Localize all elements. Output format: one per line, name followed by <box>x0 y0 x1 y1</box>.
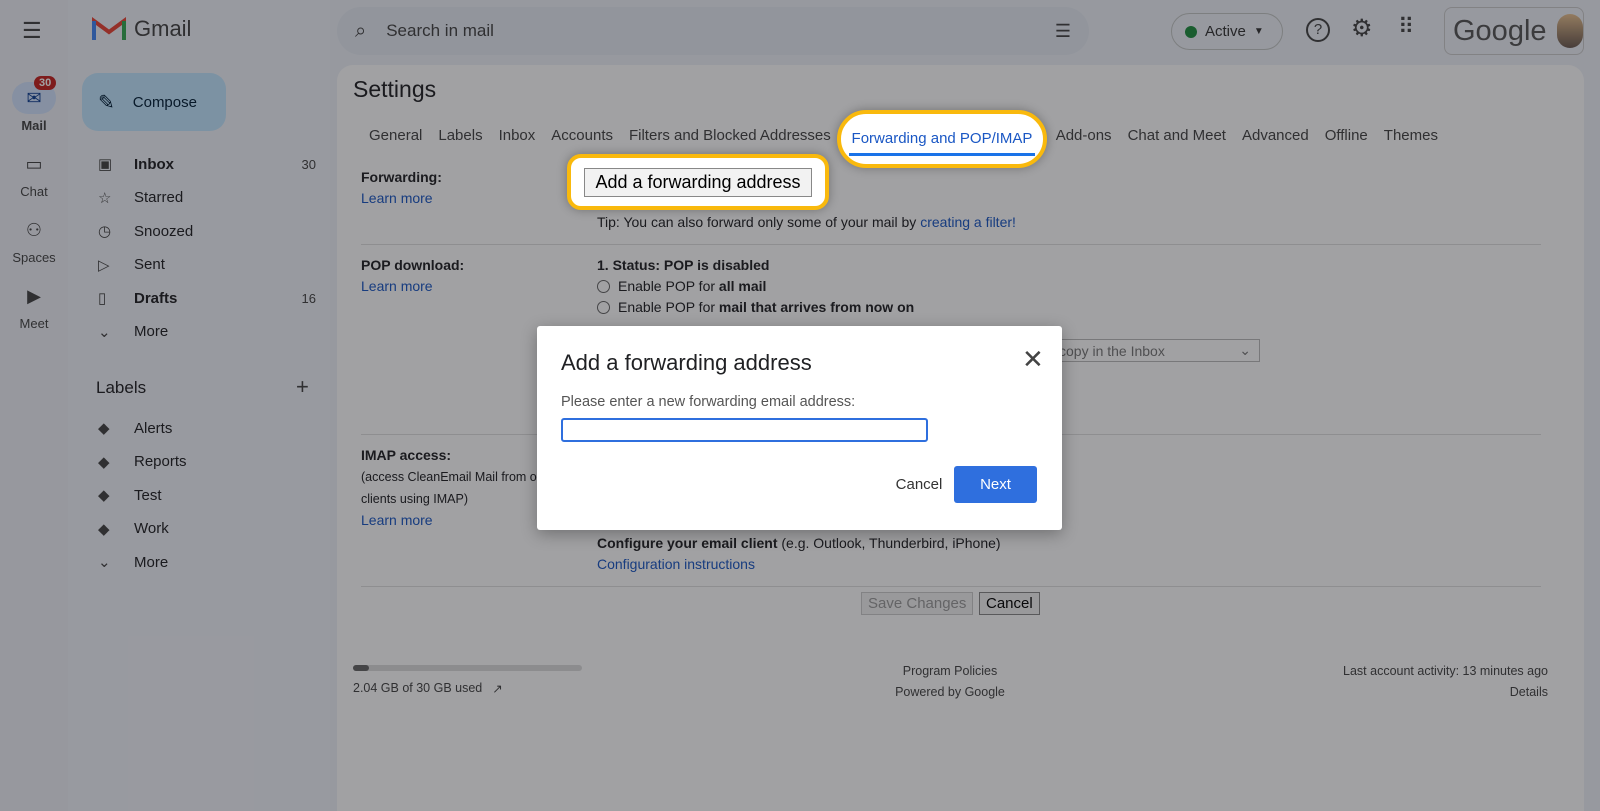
add-forwarding-address-button[interactable]: Add a forwarding address <box>584 167 812 197</box>
highlight-forwarding-tab: Forwarding and POP/IMAP <box>837 110 1047 168</box>
highlight-forwarding-button: Add a forwarding address <box>567 154 829 210</box>
dialog-cancel-button[interactable]: Cancel <box>879 466 959 503</box>
add-forwarding-dialog: Add a forwarding address ✕ Please enter … <box>537 326 1062 530</box>
close-icon[interactable]: ✕ <box>1022 344 1044 375</box>
tab-forwarding-pop-imap[interactable]: Forwarding and POP/IMAP <box>852 130 1033 147</box>
active-tab-indicator <box>849 153 1035 156</box>
forwarding-email-input[interactable] <box>561 418 928 442</box>
dialog-next-button[interactable]: Next <box>954 466 1037 503</box>
dialog-title: Add a forwarding address <box>561 350 812 375</box>
dialog-prompt: Please enter a new forwarding email addr… <box>561 394 856 410</box>
